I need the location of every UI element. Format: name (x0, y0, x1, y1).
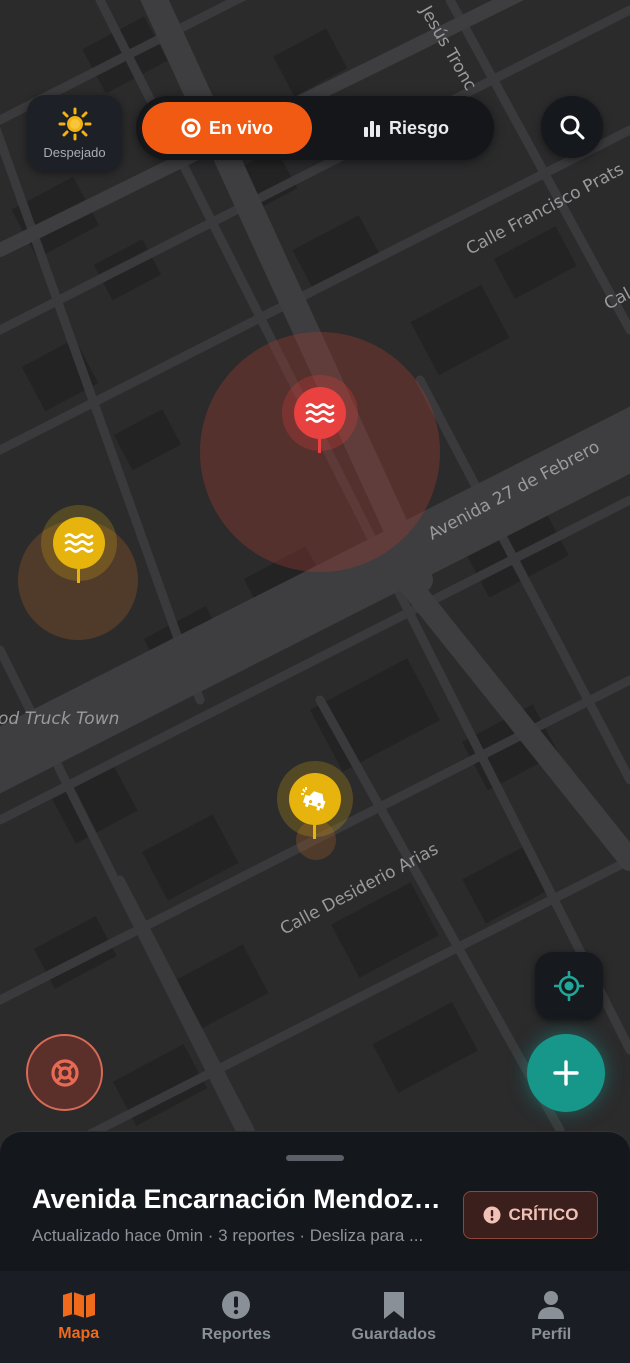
severity-badge[interactable]: CRÍTICO (463, 1191, 598, 1239)
nav-item-guardados[interactable]: Guardados (315, 1271, 473, 1363)
add-report-button[interactable] (527, 1034, 605, 1112)
plus-icon (553, 1060, 579, 1086)
search-button[interactable] (541, 96, 603, 158)
marker-stem (318, 439, 321, 453)
nav-label: Reportes (201, 1326, 271, 1343)
marker-stem (313, 825, 316, 839)
bottom-nav: Mapa Reportes Guardados Perfil (0, 1271, 630, 1363)
nav-item-reportes[interactable]: Reportes (158, 1271, 316, 1363)
nav-item-mapa[interactable]: Mapa (0, 1271, 158, 1363)
weather-label: Despejado (43, 144, 106, 160)
nav-label: Mapa (58, 1325, 100, 1342)
user-icon (538, 1291, 565, 1319)
location-sheet[interactable]: Avenida Encarnación Mendoza,... Actualiz… (0, 1131, 630, 1271)
bar-chart-icon (363, 121, 380, 137)
my-location-button[interactable] (535, 952, 603, 1020)
location-subtitle: Actualizado hace 0min · 3 reportes · Des… (32, 1226, 424, 1245)
risk-mode-button[interactable]: Riesgo (326, 102, 486, 154)
nav-label: Guardados (351, 1326, 436, 1343)
crosshair-icon (554, 971, 584, 1001)
severity-label: CRÍTICO (508, 1205, 579, 1224)
sun-icon (58, 107, 91, 140)
live-dot-icon (181, 118, 201, 138)
marker-stem (77, 569, 80, 583)
car-crash-icon (301, 787, 326, 811)
mode-toggle: En vivo Riesgo (136, 96, 494, 160)
bookmark-icon (383, 1292, 404, 1319)
alert-circle-icon (222, 1291, 251, 1319)
map-marker-car-accident[interactable] (289, 773, 341, 825)
live-mode-button[interactable]: En vivo (142, 102, 312, 154)
street-label: od Truck Town (0, 709, 119, 729)
location-title: Avenida Encarnación Mendoza,... (32, 1184, 442, 1214)
flood-waves-icon (305, 403, 335, 423)
alert-icon (483, 1206, 501, 1224)
risk-mode-label: Riesgo (388, 117, 449, 138)
nav-label: Perfil (531, 1326, 572, 1343)
lifebuoy-icon (50, 1058, 79, 1087)
live-mode-label: En vivo (208, 117, 274, 138)
emergency-button[interactable] (26, 1034, 103, 1111)
nav-item-perfil[interactable]: Perfil (473, 1271, 630, 1363)
sheet-drag-handle[interactable] (286, 1155, 344, 1161)
weather-chip[interactable]: Despejado (27, 95, 122, 171)
search-icon (560, 115, 585, 140)
flood-waves-icon (64, 533, 94, 553)
map-icon (62, 1292, 95, 1318)
map-marker-flood-critical[interactable] (294, 387, 346, 439)
map-marker-flood-medium[interactable] (53, 517, 105, 569)
